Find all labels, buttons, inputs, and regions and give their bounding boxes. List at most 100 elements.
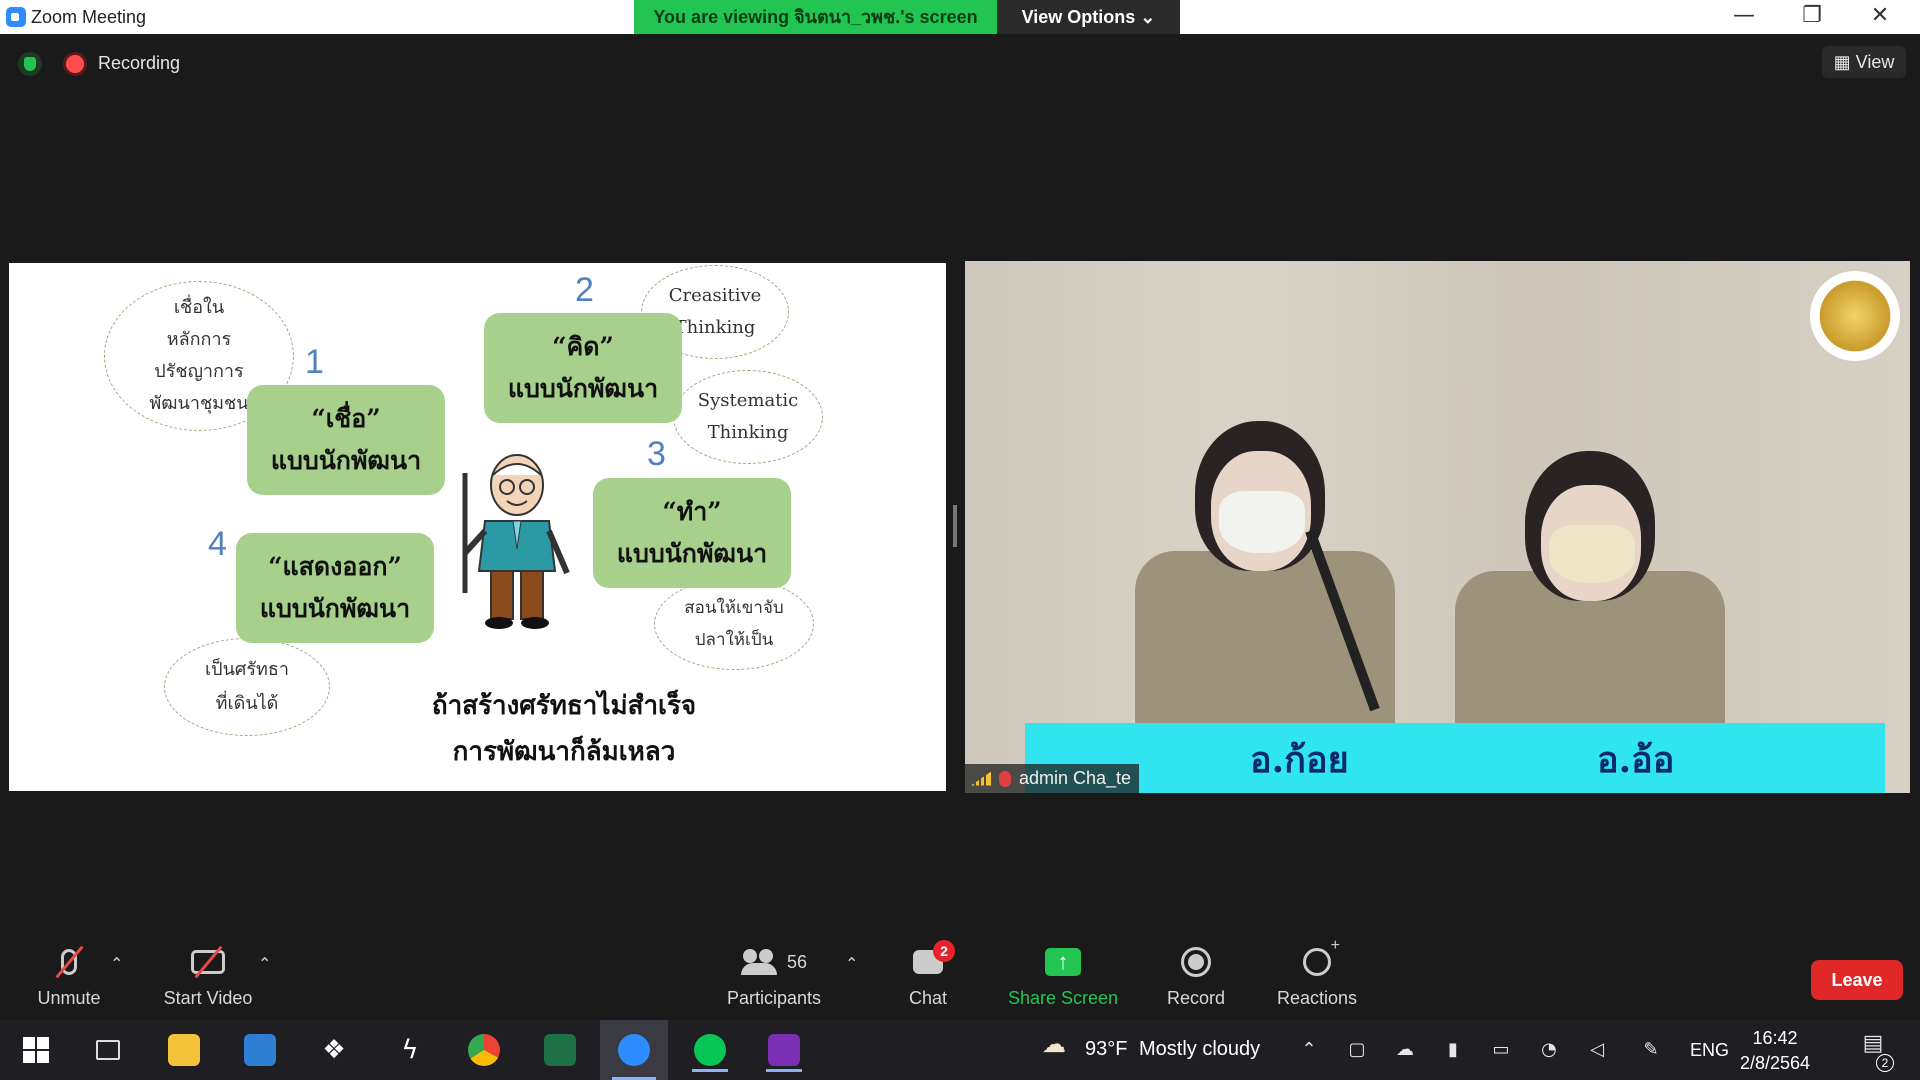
notification-center-icon[interactable]: ▤: [1858, 1033, 1888, 1055]
record-button[interactable]: Record: [1160, 942, 1232, 1009]
taskbar-mail[interactable]: [238, 1028, 282, 1072]
minimize-button[interactable]: —: [1710, 0, 1778, 34]
cloud-text: Thinking: [674, 317, 756, 338]
pen-icon[interactable]: ✎: [1640, 1040, 1662, 1060]
shared-screen-slide: เชื่อใน หลักการ ปรัชญาการ พัฒนาชุมชน Cre…: [9, 263, 946, 791]
unmute-button[interactable]: Unmute: [28, 942, 110, 1009]
taskbar-chrome[interactable]: [462, 1028, 506, 1072]
bubble-text: แบบนักพัฒนา: [616, 539, 768, 568]
participants-button[interactable]: 56 Participants: [720, 942, 828, 1009]
taskbar-pdf-app[interactable]: [762, 1028, 806, 1072]
start-video-button[interactable]: Start Video: [158, 942, 258, 1009]
reactions-label: Reactions: [1276, 988, 1358, 1008]
bubble-text: “แสดงออก”: [268, 552, 402, 581]
pdf-app-icon: [768, 1034, 800, 1066]
taskbar-file-explorer[interactable]: [162, 1028, 206, 1072]
view-layout-button[interactable]: ▦ View: [1822, 46, 1906, 78]
close-button[interactable]: ✕: [1846, 0, 1914, 34]
battery-icon[interactable]: ▭: [1490, 1040, 1512, 1060]
show-hidden-icons-chevron-icon[interactable]: ⌃: [1298, 1040, 1320, 1060]
record-label: Record: [1166, 988, 1226, 1008]
notification-count-badge: 2: [1876, 1054, 1894, 1072]
mail-icon: [244, 1034, 276, 1066]
bubble-text: แบบนักพัฒนา: [507, 374, 659, 403]
cloud-text: Systematic: [697, 390, 799, 411]
bubble-believe: “เชื่อ” แบบนักพัฒนา: [247, 385, 445, 495]
participant-video-tile[interactable]: อ.ก้อย อ.อ้อ admin Cha_te: [965, 261, 1910, 793]
bubble-think: “คิด” แบบนักพัฒนา: [484, 313, 682, 423]
chat-button[interactable]: 2 Chat: [898, 940, 958, 1009]
weather-temperature[interactable]: 93°F: [1085, 1038, 1127, 1061]
weather-description[interactable]: Mostly cloudy: [1139, 1038, 1260, 1061]
onedrive-cloud-icon[interactable]: ☁: [1394, 1040, 1416, 1060]
cloud-text: Thinking: [707, 422, 789, 443]
caption-line: การพัฒนาก็ล้มเหลว: [452, 737, 676, 767]
cloud-teach-fishing: สอนให้เขาจับ ปลาให้เป็น: [654, 578, 814, 670]
bubble-text: แบบนักพัฒนา: [270, 446, 422, 475]
step-number: 3: [647, 435, 666, 473]
view-label: View: [1855, 52, 1895, 72]
view-options-button[interactable]: View Options ⌄: [997, 0, 1180, 34]
taskbar-line[interactable]: [688, 1028, 732, 1072]
microphone-tray-icon[interactable]: ▮: [1442, 1040, 1464, 1060]
cloud-walking-faith: เป็นศรัทธา ที่เดินได้: [164, 638, 330, 736]
signal-strength-icon: [971, 771, 991, 786]
name-plate-left: อ.ก้อย: [1250, 739, 1349, 781]
leave-button[interactable]: Leave: [1811, 960, 1903, 1000]
video-options-chevron-icon[interactable]: ⌃: [258, 954, 271, 973]
cloud-text: หลักการ: [166, 329, 232, 350]
participant-name-label: admin Cha_te: [965, 764, 1140, 793]
participants-label: Participants: [726, 988, 822, 1008]
share-screen-label: Share Screen: [1008, 988, 1119, 1008]
reactions-button[interactable]: Reactions: [1274, 937, 1360, 1009]
taskbar-app-s[interactable]: ϟ: [388, 1028, 432, 1072]
restore-button[interactable]: ❐: [1778, 0, 1846, 34]
taskbar-zoom[interactable]: [600, 1020, 668, 1080]
windows-taskbar: ❖ ϟ ☁ 93°F Mostly cloudy ⌃ ▢ ☁ ▮ ▭ ◔ ◁ ✎…: [0, 1020, 1920, 1080]
bubble-text: “คิด”: [552, 332, 614, 361]
slide-caption: ถ้าสร้างศรัทธาไม่สำเร็จ การพัฒนาก็ล้มเหล…: [339, 683, 789, 775]
weather-cloud-icon[interactable]: ☁: [1038, 1032, 1070, 1056]
bubble-text: “เชื่อ”: [311, 404, 381, 433]
share-screen-button[interactable]: ↑ Share Screen: [1008, 942, 1118, 1009]
task-view-button[interactable]: [86, 1028, 130, 1072]
taskbar-excel[interactable]: [538, 1028, 582, 1072]
chrome-icon: [468, 1034, 500, 1066]
split-view-handle[interactable]: [953, 505, 957, 547]
taskbar-dropbox[interactable]: ❖: [312, 1028, 356, 1072]
wifi-icon[interactable]: ◔: [1538, 1040, 1560, 1060]
bubble-text: “ทำ”: [662, 497, 722, 526]
start-button[interactable]: [14, 1028, 58, 1072]
chat-unread-badge: 2: [933, 940, 955, 962]
participants-count: 56: [786, 951, 808, 972]
cloud-systematic-thinking: Systematic Thinking: [673, 370, 823, 464]
meet-now-icon[interactable]: ▢: [1346, 1040, 1368, 1060]
cloud-text: Creasitive: [668, 285, 762, 306]
zoom-app-icon: [6, 7, 26, 27]
record-icon: [1181, 947, 1211, 977]
participant-name: admin Cha_te: [1019, 768, 1132, 788]
meeting-toolbar: Unmute ⌃ Start Video ⌃ 56 Participants ⌃…: [0, 932, 1920, 1020]
security-shield-icon[interactable]: [18, 52, 42, 76]
volume-icon[interactable]: ◁: [1586, 1040, 1608, 1060]
input-language[interactable]: ENG: [1690, 1040, 1729, 1061]
recording-label: Recording: [98, 53, 181, 73]
zoom-icon: [618, 1034, 650, 1066]
bubble-text: แบบนักพัฒนา: [259, 594, 411, 623]
step-number: 2: [575, 271, 594, 309]
chat-icon: 2: [913, 940, 955, 974]
unmute-label: Unmute: [37, 988, 101, 1008]
chat-label: Chat: [908, 988, 948, 1008]
audio-options-chevron-icon[interactable]: ⌃: [110, 954, 123, 973]
line-icon: [694, 1034, 726, 1066]
cloud-text: ปลาให้เป็น: [694, 630, 774, 650]
window-title: Zoom Meeting: [31, 7, 147, 27]
muted-mic-icon: [999, 770, 1011, 787]
system-clock[interactable]: 16:42 2/8/2564: [1740, 1026, 1810, 1076]
recording-dot-icon: [66, 55, 84, 73]
clock-time: 16:42: [1752, 1028, 1798, 1048]
excel-icon: [544, 1034, 576, 1066]
participants-options-chevron-icon[interactable]: ⌃: [845, 954, 858, 973]
name-plate-right: อ.อ้อ: [1597, 739, 1675, 781]
viewing-screen-banner: You are viewing จินตนา_วพช.'s screen: [634, 0, 997, 34]
